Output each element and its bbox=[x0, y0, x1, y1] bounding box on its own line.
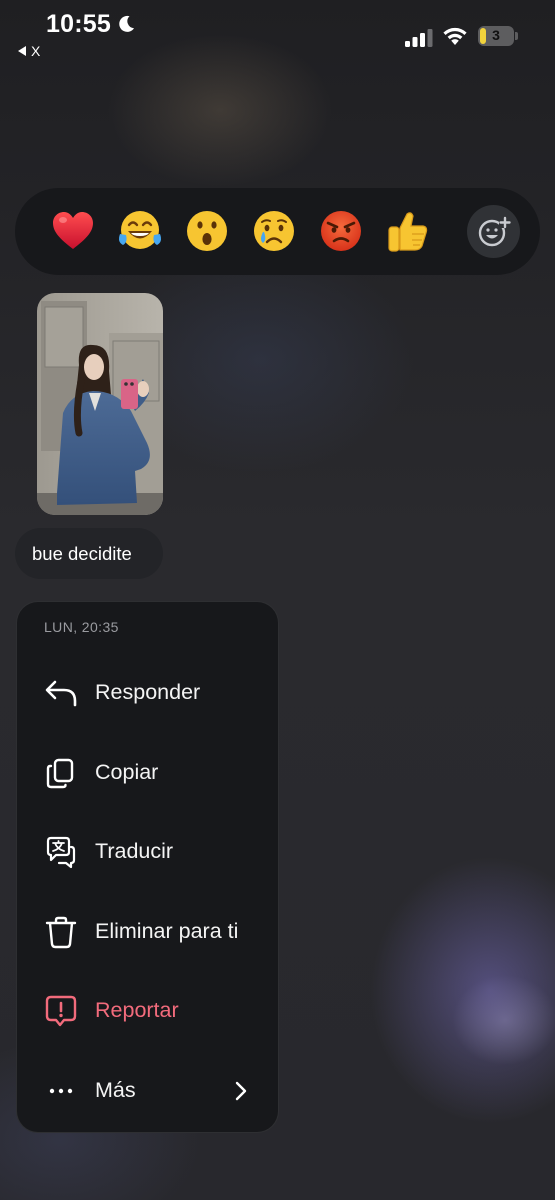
cellular-signal-icon bbox=[405, 29, 433, 47]
menu-item-label: Más bbox=[95, 1078, 136, 1102]
more-icon bbox=[49, 1088, 73, 1094]
menu-item-label: Traducir bbox=[95, 839, 174, 863]
battery-level: 3 bbox=[492, 27, 500, 43]
menu-item-label: Responder bbox=[95, 680, 201, 704]
translate-icon bbox=[46, 836, 76, 869]
reaction-angry[interactable] bbox=[317, 207, 365, 255]
menu-item-delete-for-you[interactable]: Eliminar para ti bbox=[17, 896, 278, 966]
reply-icon bbox=[45, 680, 77, 707]
reaction-heart[interactable] bbox=[49, 207, 97, 255]
menu-item-translate[interactable]: Traducir bbox=[17, 816, 278, 886]
menu-item-label: Copiar bbox=[95, 760, 159, 784]
message-timestamp: LUN, 20:35 bbox=[44, 619, 119, 635]
status-time: 10:55 bbox=[46, 10, 111, 38]
chevron-right-icon bbox=[235, 1081, 247, 1101]
thumbs-up-emoji-icon bbox=[388, 212, 428, 252]
add-reaction-button[interactable] bbox=[467, 205, 520, 258]
status-bar: 10:55 X 3 bbox=[0, 0, 555, 70]
reaction-thumbs-up[interactable] bbox=[384, 207, 432, 255]
menu-item-report[interactable]: Reportar bbox=[17, 975, 278, 1045]
message-bubble[interactable]: bue decidite bbox=[15, 528, 163, 579]
battery-tip bbox=[515, 32, 518, 40]
battery-icon: 3 bbox=[478, 26, 514, 46]
photo-message[interactable] bbox=[37, 293, 163, 515]
menu-item-reply[interactable]: Responder bbox=[17, 657, 278, 727]
joy-emoji-icon bbox=[119, 211, 161, 249]
surprised-emoji-icon bbox=[187, 211, 227, 251]
back-app-label: X bbox=[31, 43, 41, 59]
back-to-app-button[interactable]: X bbox=[18, 43, 40, 59]
message-context-menu: LUN, 20:35 Responder Copiar Traducir Eli… bbox=[16, 601, 279, 1133]
reaction-surprised[interactable] bbox=[183, 207, 231, 255]
moon-icon bbox=[119, 15, 134, 32]
menu-item-more[interactable]: Más bbox=[17, 1055, 278, 1125]
menu-item-label: Reportar bbox=[95, 998, 179, 1022]
reaction-joy[interactable] bbox=[116, 207, 164, 255]
reaction-bar bbox=[15, 188, 540, 275]
menu-item-copy[interactable]: Copiar bbox=[17, 737, 278, 807]
wifi-icon bbox=[443, 27, 467, 45]
report-icon bbox=[45, 995, 77, 1027]
crying-emoji-icon bbox=[254, 211, 294, 251]
back-arrow-icon bbox=[18, 46, 26, 56]
reaction-crying[interactable] bbox=[250, 207, 298, 255]
message-text: bue decidite bbox=[32, 542, 132, 564]
photo-thumbnail bbox=[37, 293, 163, 515]
heart-emoji-icon bbox=[53, 212, 93, 249]
angry-emoji-icon bbox=[321, 211, 361, 251]
copy-icon bbox=[46, 758, 74, 789]
trash-icon bbox=[45, 916, 77, 949]
menu-item-label: Eliminar para ti bbox=[95, 919, 239, 943]
emoji-add-icon bbox=[478, 216, 511, 246]
